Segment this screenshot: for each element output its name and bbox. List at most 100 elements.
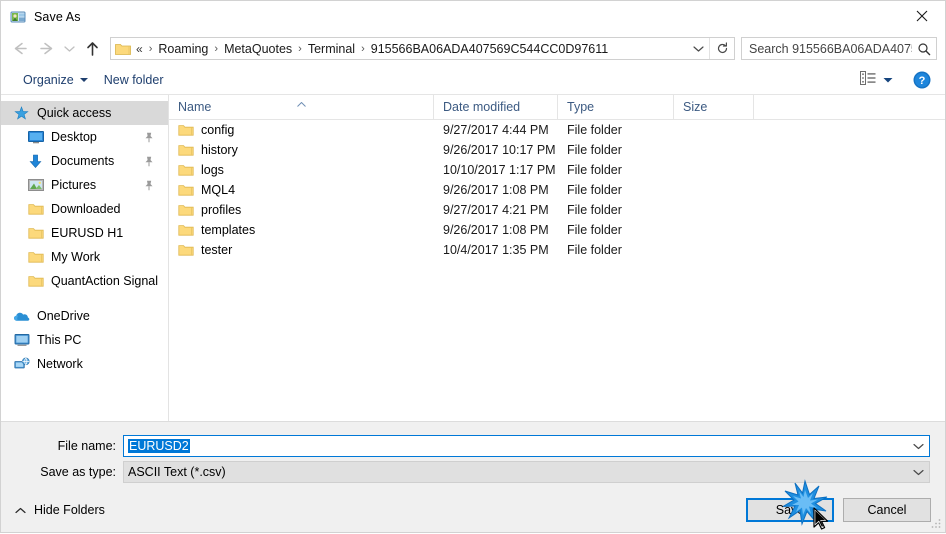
dialog-body: Quick access Desktop Documents Pictures … [1, 95, 945, 421]
file-date-modified: 9/27/2017 4:44 PM [443, 123, 549, 137]
sidebar-item-label: Quick access [37, 106, 112, 120]
column-header-size[interactable]: Size [674, 95, 754, 119]
search-icon[interactable] [912, 42, 936, 56]
sidebar-item-label: My Work [51, 250, 101, 264]
help-question-icon[interactable]: ? [913, 71, 931, 89]
close-button[interactable] [899, 1, 945, 31]
table-row[interactable]: logs 10/10/2017 1:17 PM File folder [169, 160, 945, 180]
up-arrow-icon[interactable] [79, 36, 105, 62]
cancel-button[interactable]: Cancel [843, 497, 931, 522]
svg-text:?: ? [919, 75, 926, 87]
view-layout-icon [860, 71, 876, 88]
column-header-name[interactable]: Name [169, 95, 434, 119]
file-list-pane: Name Date modified Type Size config 9/27… [169, 95, 945, 421]
column-header-type[interactable]: Type [558, 95, 674, 119]
sidebar-item-label: Documents [51, 154, 115, 168]
folder-icon [27, 249, 44, 265]
onedrive-cloud-icon [13, 308, 30, 324]
folder-icon [178, 223, 194, 237]
sidebar-item-quantaction-signal[interactable]: QuantAction Signal [1, 269, 168, 293]
sidebar-item-label: OneDrive [37, 309, 90, 323]
breadcrumb-overflow[interactable]: « [136, 42, 145, 56]
back-arrow-icon[interactable] [7, 36, 33, 62]
file-type: File folder [567, 223, 622, 237]
view-dropdown-chevron-icon[interactable] [883, 73, 893, 87]
breadcrumb-item-guid[interactable]: 915566BA06ADA407569C544CC0D97611 [369, 41, 610, 57]
search-placeholder: Search 915566BA06ADA40756... [749, 41, 912, 56]
command-toolbar: Organize New folder ? [1, 65, 945, 95]
file-type-row: Save as type: ASCII Text (*.csv) [1, 461, 945, 483]
organize-button[interactable]: Organize [15, 70, 96, 90]
sidebar-item-documents[interactable]: Documents [1, 149, 168, 173]
breadcrumb-separator: › [298, 42, 302, 55]
pin-icon[interactable] [144, 132, 154, 143]
folder-icon [178, 123, 194, 137]
address-bar[interactable]: « › Roaming › MetaQuotes › Terminal › 91… [110, 37, 735, 60]
file-name: profiles [201, 203, 242, 217]
navigation-sidebar: Quick access Desktop Documents Pictures … [1, 95, 168, 421]
save-as-type-dropdown-chevron-icon[interactable] [907, 469, 929, 476]
file-name-dropdown-chevron-icon[interactable] [907, 443, 929, 450]
folder-icon [178, 243, 194, 257]
address-dropdown-chevron-icon[interactable] [687, 38, 709, 59]
network-icon [13, 356, 30, 372]
new-folder-label: New folder [103, 72, 164, 87]
pin-icon[interactable] [144, 156, 154, 167]
column-headers: Name Date modified Type Size [169, 95, 945, 120]
sidebar-item-pictures[interactable]: Pictures [1, 173, 168, 197]
file-type: File folder [567, 243, 622, 257]
recent-locations-chevron-icon[interactable] [59, 36, 79, 62]
table-row[interactable]: profiles 9/27/2017 4:21 PM File folder [169, 200, 945, 220]
file-name-input[interactable]: EURUSD2 [123, 435, 930, 457]
sidebar-item-label: Network [37, 357, 83, 371]
sidebar-item-label: This PC [37, 333, 82, 347]
resize-grip-icon[interactable] [930, 517, 942, 529]
file-type: File folder [567, 123, 622, 137]
folder-icon [27, 201, 44, 217]
sidebar-item-downloaded[interactable]: Downloaded [1, 197, 168, 221]
save-as-app-icon [10, 9, 26, 25]
sidebar-item-this-pc[interactable]: This PC [1, 328, 168, 352]
table-row[interactable]: templates 9/26/2017 1:08 PM File folder [169, 220, 945, 240]
file-name: templates [201, 223, 256, 237]
table-row[interactable]: history 9/26/2017 10:17 PM File folder [169, 140, 945, 160]
dialog-footer: Hide Folders Save Cancel [1, 487, 945, 532]
table-row[interactable]: config 9/27/2017 4:44 PM File folder [169, 120, 945, 140]
forward-arrow-icon[interactable] [33, 36, 59, 62]
file-name: tester [201, 243, 233, 257]
sidebar-item-quick-access[interactable]: Quick access [1, 101, 168, 125]
sort-ascending-caret-icon [297, 96, 306, 107]
column-header-label: Type [567, 100, 595, 114]
search-input[interactable]: Search 915566BA06ADA40756... [741, 37, 937, 60]
file-type: File folder [567, 143, 622, 157]
sidebar-item-onedrive[interactable]: OneDrive [1, 304, 168, 328]
sidebar-item-desktop[interactable]: Desktop [1, 125, 168, 149]
folder-icon [178, 203, 194, 217]
save-as-type-value: ASCII Text (*.csv) [128, 465, 226, 479]
breadcrumb-item-metaquotes[interactable]: MetaQuotes [222, 41, 294, 57]
documents-arrow-icon [27, 153, 44, 169]
save-as-type-select[interactable]: ASCII Text (*.csv) [123, 461, 930, 483]
pin-icon[interactable] [144, 180, 154, 191]
change-view-button[interactable] [854, 68, 899, 91]
refresh-icon[interactable] [709, 38, 734, 59]
file-name-row: File name: EURUSD2 [1, 435, 945, 457]
file-type: File folder [567, 183, 622, 197]
save-button-label: Save [775, 502, 805, 517]
hide-folders-label: Hide Folders [34, 502, 105, 517]
save-button[interactable]: Save [746, 497, 834, 522]
desktop-icon [27, 129, 44, 145]
title-bar: Save As [1, 1, 945, 32]
hide-folders-button[interactable]: Hide Folders [11, 499, 109, 521]
breadcrumb-item-terminal[interactable]: Terminal [306, 41, 357, 57]
sidebar-item-eurusd-h1[interactable]: EURUSD H1 [1, 221, 168, 245]
column-header-date-modified[interactable]: Date modified [434, 95, 558, 119]
new-folder-button[interactable]: New folder [96, 70, 172, 90]
table-row[interactable]: tester 10/4/2017 1:35 PM File folder [169, 240, 945, 260]
breadcrumb-item-roaming[interactable]: Roaming [156, 41, 210, 57]
table-row[interactable]: MQL4 9/26/2017 1:08 PM File folder [169, 180, 945, 200]
sidebar-item-label: Pictures [51, 178, 97, 192]
folder-icon [27, 225, 44, 241]
sidebar-item-my-work[interactable]: My Work [1, 245, 168, 269]
sidebar-item-network[interactable]: Network [1, 352, 168, 376]
